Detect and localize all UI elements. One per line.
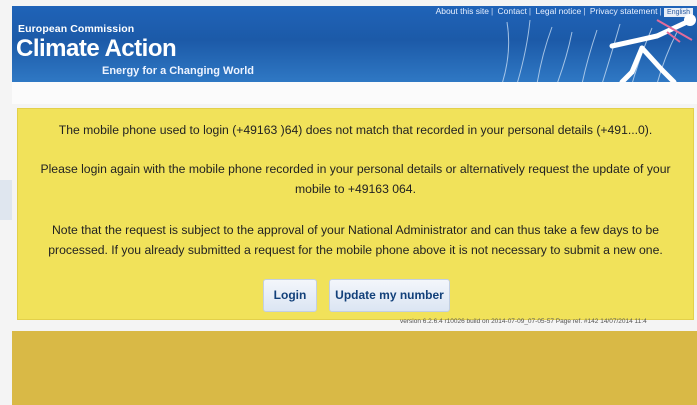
mobile-mismatch-notice: The mobile phone used to login (+49163 )…: [17, 108, 694, 320]
notice-message-3: Note that the request is subject to the …: [48, 223, 663, 257]
site-title: Climate Action: [16, 35, 177, 62]
site-header: About this site | Contact | Legal notice | …: [12, 6, 697, 82]
site-tagline: Energy for a Changing World: [102, 65, 254, 77]
org-name: European Commission: [18, 23, 135, 35]
notice-message-2: Please login again with the mobile phone…: [40, 162, 671, 196]
footer-band: [12, 331, 697, 405]
update-number-button[interactable]: Update my number: [329, 279, 450, 312]
header-substrip: [12, 82, 697, 104]
login-button[interactable]: Login: [263, 279, 317, 312]
header-illustration: [502, 14, 696, 82]
notice-message-1: The mobile phone used to login (+49163 )…: [58, 123, 653, 137]
left-edge-panel: [0, 180, 12, 220]
version-info: version 6.2.6.4 r10026 build on 2014-07-…: [400, 318, 647, 325]
